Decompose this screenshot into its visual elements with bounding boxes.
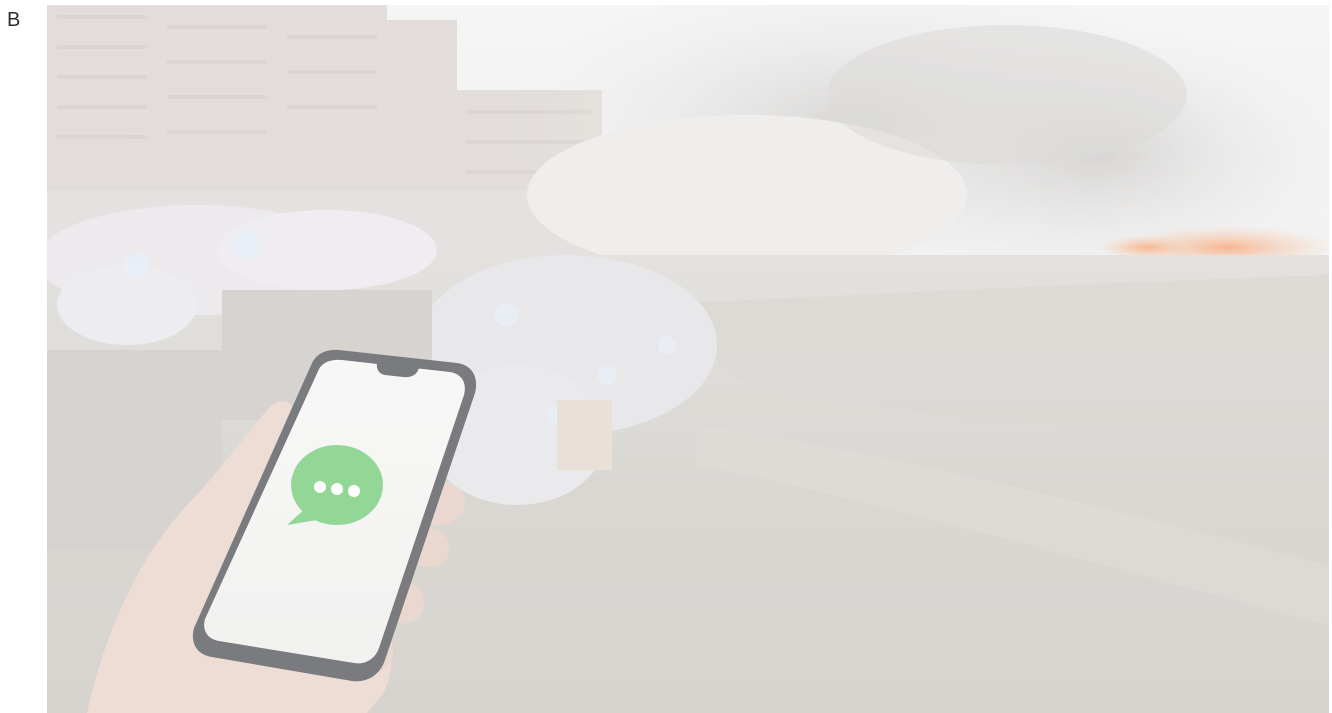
panel-label: B: [7, 9, 21, 31]
haze-overlay: [47, 5, 1329, 713]
photo-landfill-smartphone: [47, 5, 1329, 713]
photo-illustration: [47, 5, 1329, 713]
figure-page: B: [0, 0, 1332, 713]
